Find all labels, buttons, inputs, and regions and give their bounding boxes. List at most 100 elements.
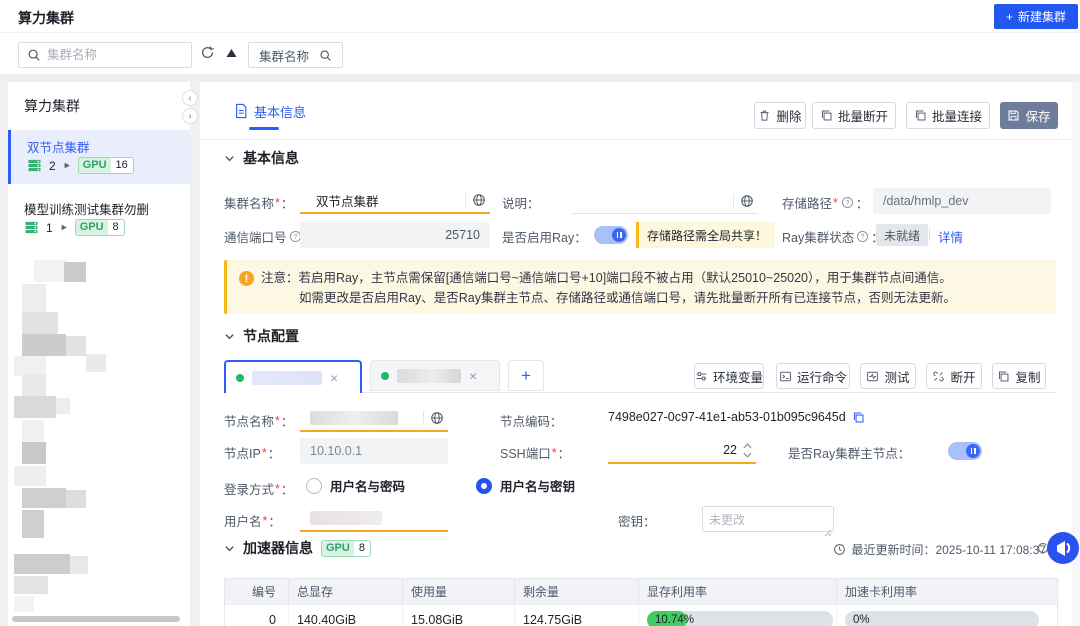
node-online-dot (381, 372, 389, 380)
globe-icon[interactable] (472, 193, 486, 207)
sidebar-expand-right-button[interactable]: › (182, 108, 198, 124)
ray-status-label: Ray集群状态 ? ： (782, 227, 884, 246)
assistant-floating-button[interactable] (1047, 532, 1079, 564)
copy-code-icon[interactable] (852, 411, 865, 424)
sidebar-item-cluster-1[interactable]: 双节点集群 2 GPU 16 (8, 130, 190, 184)
search-input[interactable] (47, 48, 183, 62)
node-tab-2[interactable]: × (370, 360, 500, 391)
svg-text:?: ? (845, 200, 849, 207)
divider (200, 139, 1080, 140)
card-util-label: 0% (853, 611, 870, 626)
cell-id: 0 (225, 605, 289, 626)
expand-arrow-icon[interactable] (60, 223, 68, 232)
radio-label: 用户名与密码 (330, 476, 405, 495)
new-cluster-button[interactable]: + 新建集群 (994, 4, 1078, 29)
tab-basic-info[interactable]: 基本信息 (254, 102, 306, 121)
cell-card-util: 0% (837, 605, 1057, 626)
ray-enable-label: 是否启用Ray： (502, 227, 587, 246)
resize-handle-icon[interactable] (824, 524, 832, 542)
server-icon (24, 220, 39, 235)
sidebar-collapse-left-button[interactable]: ‹ (182, 90, 198, 106)
username-input[interactable] (300, 506, 448, 532)
help-icon[interactable]: ? (841, 196, 854, 209)
ray-master-toggle[interactable] (948, 442, 982, 460)
table-row: 0 140.40GiB 15.08GiB 124.75GiB 10.74% 0% (225, 604, 1057, 626)
run-command-button[interactable]: 运行命令 (776, 363, 850, 389)
pulse-icon (866, 370, 879, 383)
clock-icon (833, 543, 846, 556)
search-icon (27, 48, 41, 62)
warning-icon: ! (239, 271, 254, 286)
help-icon[interactable]: ? (856, 230, 869, 243)
divider: | (928, 226, 931, 240)
add-node-tab-button[interactable]: + (508, 360, 544, 391)
filter-chip-cluster-name[interactable]: 集群名称 (248, 42, 343, 68)
gpu-badge-count: 8 (108, 220, 124, 235)
ray-status-detail-link[interactable]: 详情 (938, 227, 963, 246)
batch-disconnect-label: 批量断开 (838, 106, 888, 125)
th-free: 剩余量 (515, 579, 639, 604)
cluster-name-input[interactable]: 双节点集群 (300, 188, 490, 214)
section-basic-info[interactable]: 基本信息 (224, 148, 299, 168)
svg-text:?: ? (293, 234, 297, 241)
test-label: 测试 (884, 367, 909, 386)
copy-icon (997, 370, 1010, 383)
node-online-dot (236, 374, 244, 382)
node-tab-1[interactable]: × (224, 360, 362, 393)
login-option-password[interactable]: 用户名与密码 (306, 476, 405, 495)
cluster-search-box[interactable] (18, 42, 192, 68)
expand-arrow-icon[interactable] (63, 161, 71, 170)
divider (465, 193, 466, 207)
sliders-icon (695, 370, 708, 383)
sidebar-item-cluster-2[interactable]: 模型训练测试集群勿删 1 GPU 8 (8, 192, 190, 246)
mem-util-bar: 10.74% (647, 611, 833, 626)
close-icon[interactable]: × (330, 371, 338, 385)
delete-button[interactable]: 删除 (754, 102, 806, 129)
globe-icon[interactable] (740, 194, 754, 208)
close-icon[interactable]: × (469, 369, 477, 383)
secret-key-textarea[interactable] (702, 506, 834, 532)
disconnect-button[interactable]: 断开 (926, 363, 982, 389)
disconnect-label: 断开 (950, 367, 975, 386)
description-input[interactable] (572, 188, 758, 214)
ssh-port-label: SSH端口*： (500, 443, 570, 462)
batch-icon (914, 109, 927, 122)
batch-connect-button[interactable]: 批量连接 (906, 102, 990, 129)
card-util-bar: 0% (845, 611, 1039, 626)
ray-enable-toggle[interactable] (594, 226, 628, 244)
terminal-icon (779, 370, 792, 383)
gpu-badge-label: GPU (76, 220, 108, 235)
node-count: 1 (46, 221, 53, 235)
test-button[interactable]: 测试 (860, 363, 916, 389)
copy-label: 复制 (1015, 367, 1040, 386)
globe-icon[interactable] (430, 411, 444, 425)
divider (423, 411, 424, 425)
title-bar: 算力集群 + 新建集群 (0, 0, 1080, 33)
radio-unselected[interactable] (306, 478, 322, 494)
node-ip-value: 10.10.0.1 (310, 444, 362, 458)
redacted-node-name (397, 369, 461, 383)
batch-disconnect-button[interactable]: 批量断开 (812, 102, 896, 129)
ssh-port-input[interactable]: 22 (608, 438, 756, 464)
node-name-input[interactable] (300, 406, 448, 432)
comm-port-value: 25710 (445, 228, 480, 242)
radio-label: 用户名与密钥 (500, 476, 575, 495)
section-title: 基本信息 (243, 148, 299, 168)
number-stepper[interactable] (743, 443, 756, 458)
refresh-icon[interactable] (200, 45, 215, 60)
th-mem-util: 显存利用率 (639, 579, 837, 604)
radio-selected[interactable] (476, 478, 492, 494)
save-button[interactable]: 保存 (1000, 102, 1058, 129)
copy-button[interactable]: 复制 (992, 363, 1046, 389)
section-node-config[interactable]: 节点配置 (224, 326, 299, 346)
comm-port-input: 25710 (300, 222, 490, 248)
table-header-row: 编号 总显存 使用量 剩余量 显存利用率 加速卡利用率 (225, 579, 1057, 604)
env-vars-button[interactable]: 环境变量 (694, 363, 764, 389)
cluster-name: 模型训练测试集群勿删 (24, 199, 149, 218)
env-vars-label: 环境变量 (713, 367, 763, 386)
collapse-filter-icon[interactable] (226, 49, 237, 57)
notice-line-2: 如需更改是否启用Ray、是否Ray集群主节点、存储路径或通信端口号，请先批量断开… (299, 288, 1044, 308)
login-option-key[interactable]: 用户名与密钥 (476, 476, 575, 495)
sidebar-horizontal-scrollbar[interactable] (12, 616, 180, 622)
secret-key-label: 密钥： (618, 511, 656, 530)
